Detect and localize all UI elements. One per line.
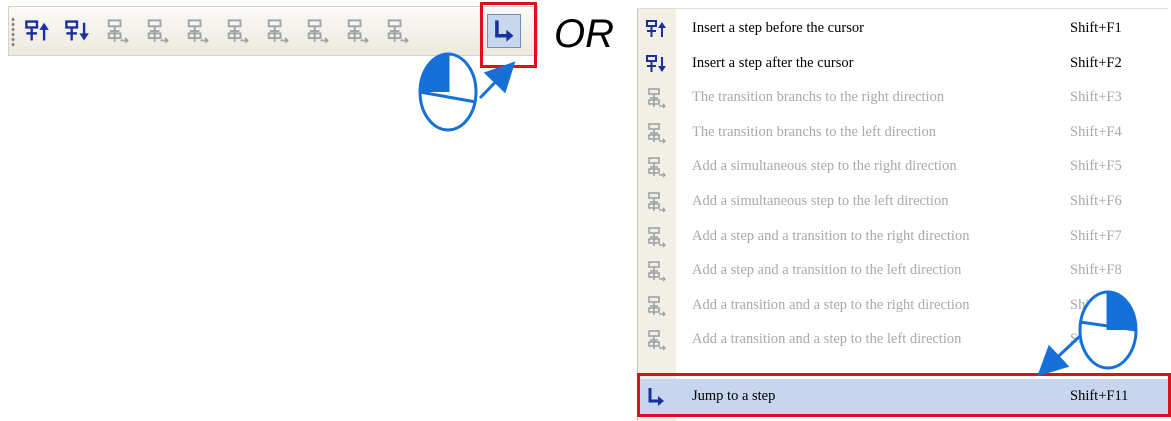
mouse-left-click-icon [418,52,478,132]
pointer-arrow-menu [1037,334,1082,377]
mouse-left-click-icon-menu [1078,290,1138,370]
instruction-overlay [418,52,1138,377]
pointer-arrow [478,61,516,100]
